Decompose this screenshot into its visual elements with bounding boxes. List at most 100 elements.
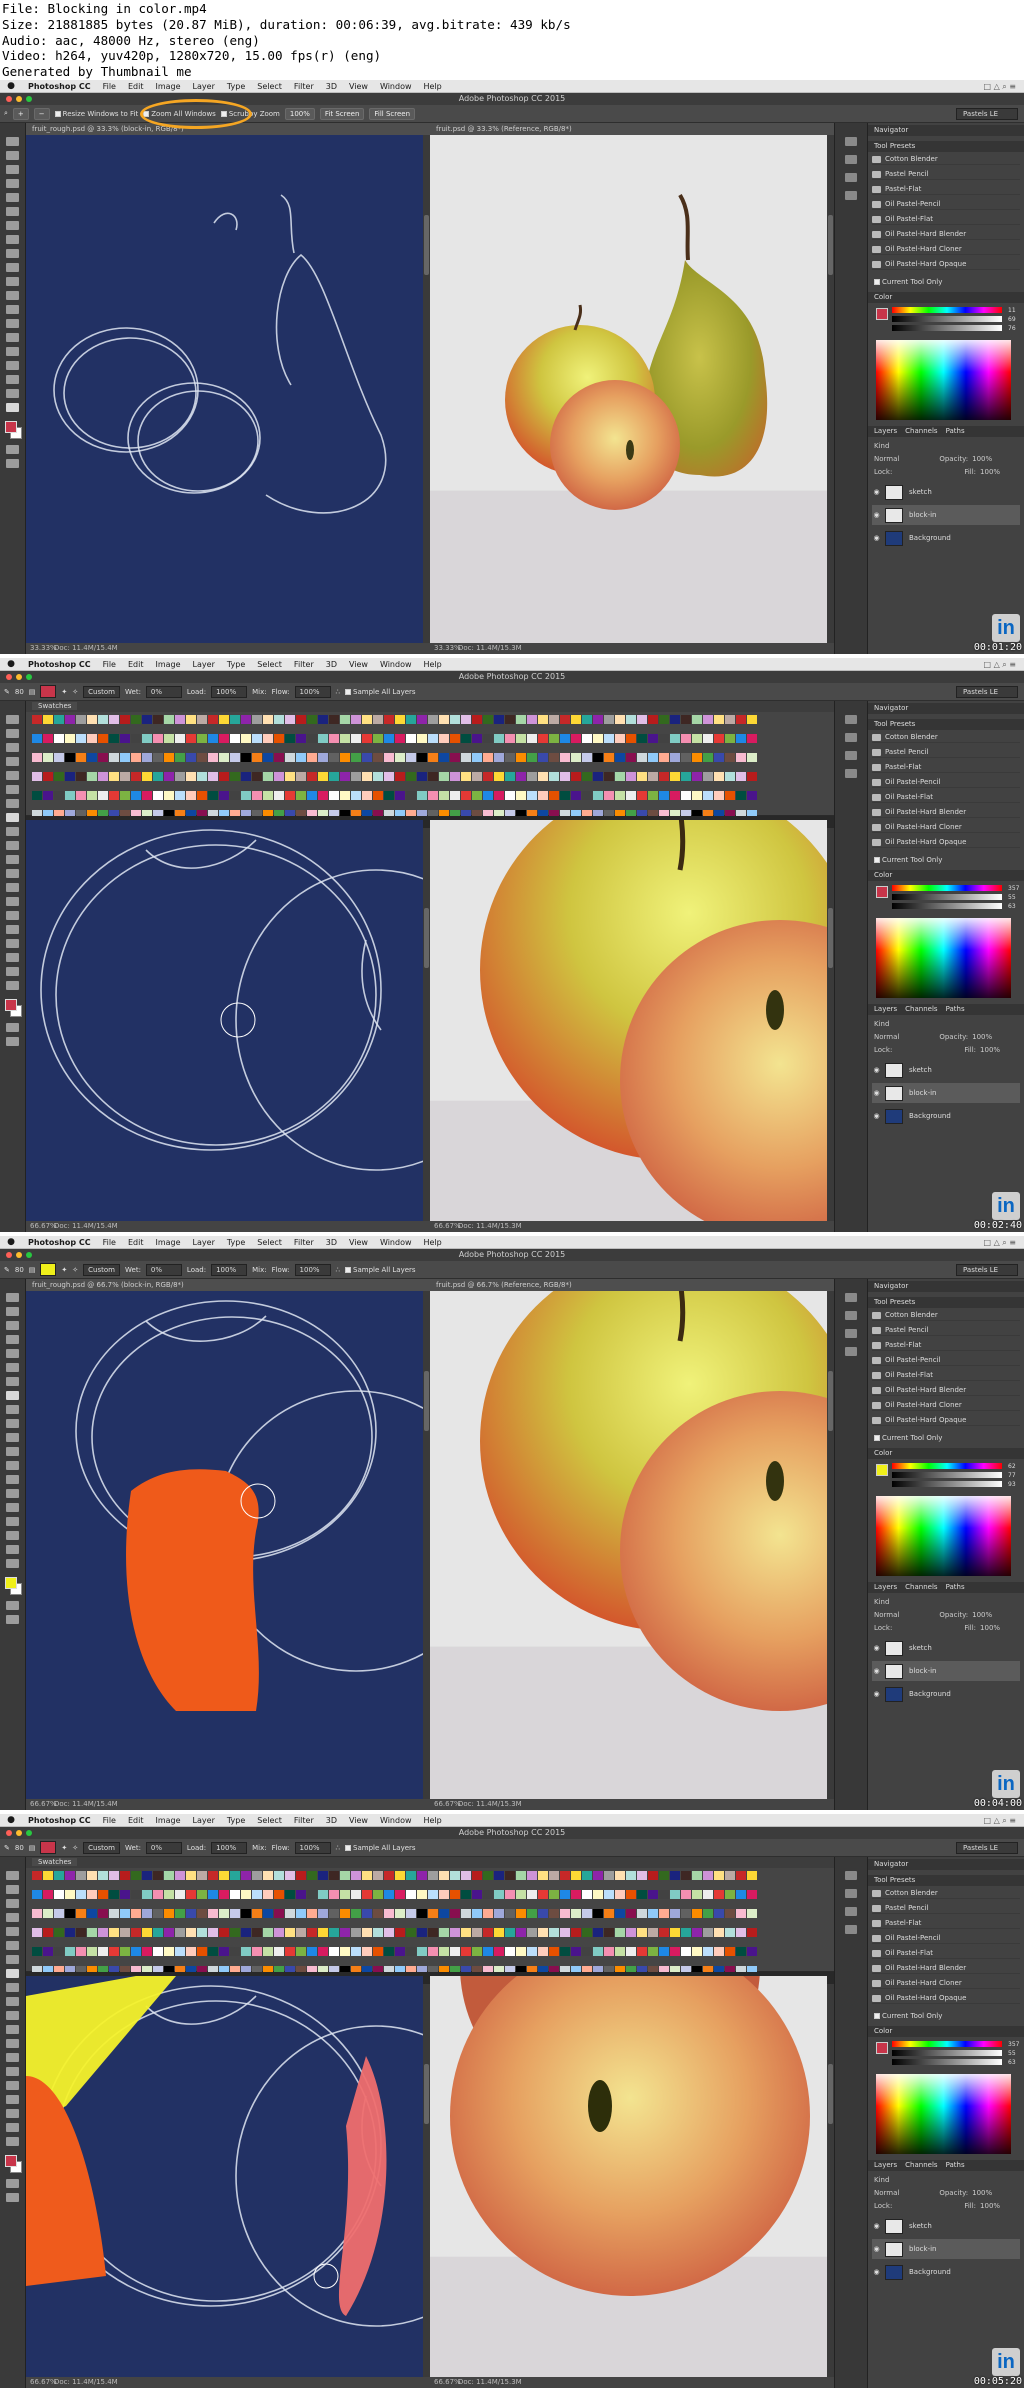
swatch[interactable] [549, 1947, 559, 1956]
swatch[interactable] [549, 772, 559, 781]
swatch[interactable] [373, 1871, 383, 1880]
swatch[interactable] [483, 772, 493, 781]
swatch[interactable] [428, 753, 438, 762]
swatch[interactable] [197, 791, 207, 800]
kind-filter[interactable]: Kind [874, 442, 889, 450]
swatch[interactable] [98, 1909, 108, 1918]
swatch[interactable] [637, 1928, 647, 1937]
tool-preset-item[interactable]: Oil Pastel-Pencil [872, 199, 1020, 210]
swatch[interactable] [32, 1909, 42, 1918]
swatch[interactable] [648, 753, 658, 762]
visibility-eye-icon[interactable]: ◉ [872, 1661, 881, 1681]
swatch[interactable] [703, 1909, 713, 1918]
swatch[interactable] [593, 1909, 603, 1918]
zoom-window-button[interactable] [26, 1830, 32, 1836]
swatch[interactable] [516, 715, 526, 724]
swatch[interactable] [109, 772, 119, 781]
swatch[interactable] [637, 791, 647, 800]
history-icon[interactable] [845, 715, 857, 724]
swatch[interactable] [219, 753, 229, 762]
move-tool-icon[interactable] [6, 1293, 19, 1302]
history-brush-tool-icon[interactable] [6, 1997, 19, 2006]
swatch[interactable] [593, 1947, 603, 1956]
swatch[interactable] [32, 772, 42, 781]
checkbox[interactable] [874, 857, 880, 863]
swatch[interactable] [648, 1871, 658, 1880]
swatch[interactable] [593, 734, 603, 743]
swatch[interactable] [329, 753, 339, 762]
quick-select-tool-icon[interactable] [6, 179, 19, 188]
swatch[interactable] [109, 1890, 119, 1899]
tool-preset-item[interactable]: Oil Pastel-Hard Opaque [872, 259, 1020, 270]
swatch[interactable] [505, 715, 515, 724]
fit-screen-button[interactable]: Fit Screen [319, 107, 365, 120]
swatch[interactable] [54, 1909, 64, 1918]
swatch[interactable] [340, 772, 350, 781]
swatch[interactable] [208, 1909, 218, 1918]
layers-panel-tab[interactable]: Paths [946, 1583, 965, 1591]
checkbox[interactable] [345, 688, 352, 695]
swatch[interactable] [736, 791, 746, 800]
eraser-tool-icon[interactable] [6, 1433, 19, 1442]
tool-preset-item[interactable]: Pastel-Flat [872, 184, 1020, 195]
shape-tool-icon[interactable] [6, 375, 19, 384]
swatch[interactable] [351, 772, 361, 781]
opacity-value[interactable]: 100% [972, 1611, 992, 1619]
crop-tool-icon[interactable] [6, 193, 19, 202]
healing-tool-icon[interactable] [6, 1955, 19, 1964]
zoom-window-button[interactable] [26, 1252, 32, 1258]
gradient-tool-icon[interactable] [6, 291, 19, 300]
swatch[interactable] [186, 734, 196, 743]
swatch[interactable] [406, 1947, 416, 1956]
brush-icon[interactable] [845, 1329, 857, 1338]
swatch[interactable] [714, 791, 724, 800]
swatch[interactable] [43, 1909, 53, 1918]
swatch[interactable] [43, 1871, 53, 1880]
swatch[interactable] [395, 715, 405, 724]
swatch[interactable] [230, 1928, 240, 1937]
swatch[interactable] [560, 753, 570, 762]
load-brush-icon[interactable]: ✦ [61, 688, 67, 696]
swatch[interactable] [362, 753, 372, 762]
swatch[interactable] [527, 1871, 537, 1880]
swatch[interactable] [98, 753, 108, 762]
swatch[interactable] [274, 1928, 284, 1937]
brightness-slider[interactable] [892, 325, 1002, 331]
workspace-select[interactable]: Pastels LE [956, 685, 1018, 698]
marquee-tool-icon[interactable] [6, 729, 19, 738]
brush-icon[interactable] [845, 1907, 857, 1916]
swatch[interactable] [483, 753, 493, 762]
swatch[interactable] [87, 1871, 97, 1880]
swatch[interactable] [483, 1871, 493, 1880]
swatch[interactable] [340, 1947, 350, 1956]
swatch[interactable] [384, 715, 394, 724]
swatch[interactable] [54, 715, 64, 724]
swatch[interactable] [318, 1947, 328, 1956]
swatch[interactable] [197, 734, 207, 743]
history-icon[interactable] [845, 137, 857, 146]
swatch[interactable] [274, 753, 284, 762]
swatch[interactable] [131, 1947, 141, 1956]
swatch[interactable] [362, 1871, 372, 1880]
path-select-tool-icon[interactable] [6, 939, 19, 948]
swatch[interactable] [263, 772, 273, 781]
swatch[interactable] [747, 1909, 757, 1918]
swatch[interactable] [109, 1928, 119, 1937]
swatch[interactable] [417, 734, 427, 743]
layer-row[interactable]: ◉ Background [872, 528, 1020, 548]
swatch[interactable] [230, 791, 240, 800]
swatch[interactable] [252, 1947, 262, 1956]
zoom-window-button[interactable] [26, 674, 32, 680]
swatch[interactable] [615, 753, 625, 762]
swatch[interactable] [285, 734, 295, 743]
document-tab[interactable]: fruit.psd @ 33.3% (Reference, RGB/8*) [430, 123, 834, 135]
swatch[interactable] [186, 753, 196, 762]
swatch[interactable] [626, 1871, 636, 1880]
blend-mode-select[interactable]: Normal [874, 455, 899, 463]
swatch[interactable] [615, 772, 625, 781]
swatch[interactable] [736, 1871, 746, 1880]
checkbox[interactable] [345, 1844, 352, 1851]
zoom-readout[interactable]: 33.33% [434, 643, 461, 654]
swatch[interactable] [43, 715, 53, 724]
tool-preset-item[interactable]: Oil Pastel-Flat [872, 1948, 1020, 1959]
